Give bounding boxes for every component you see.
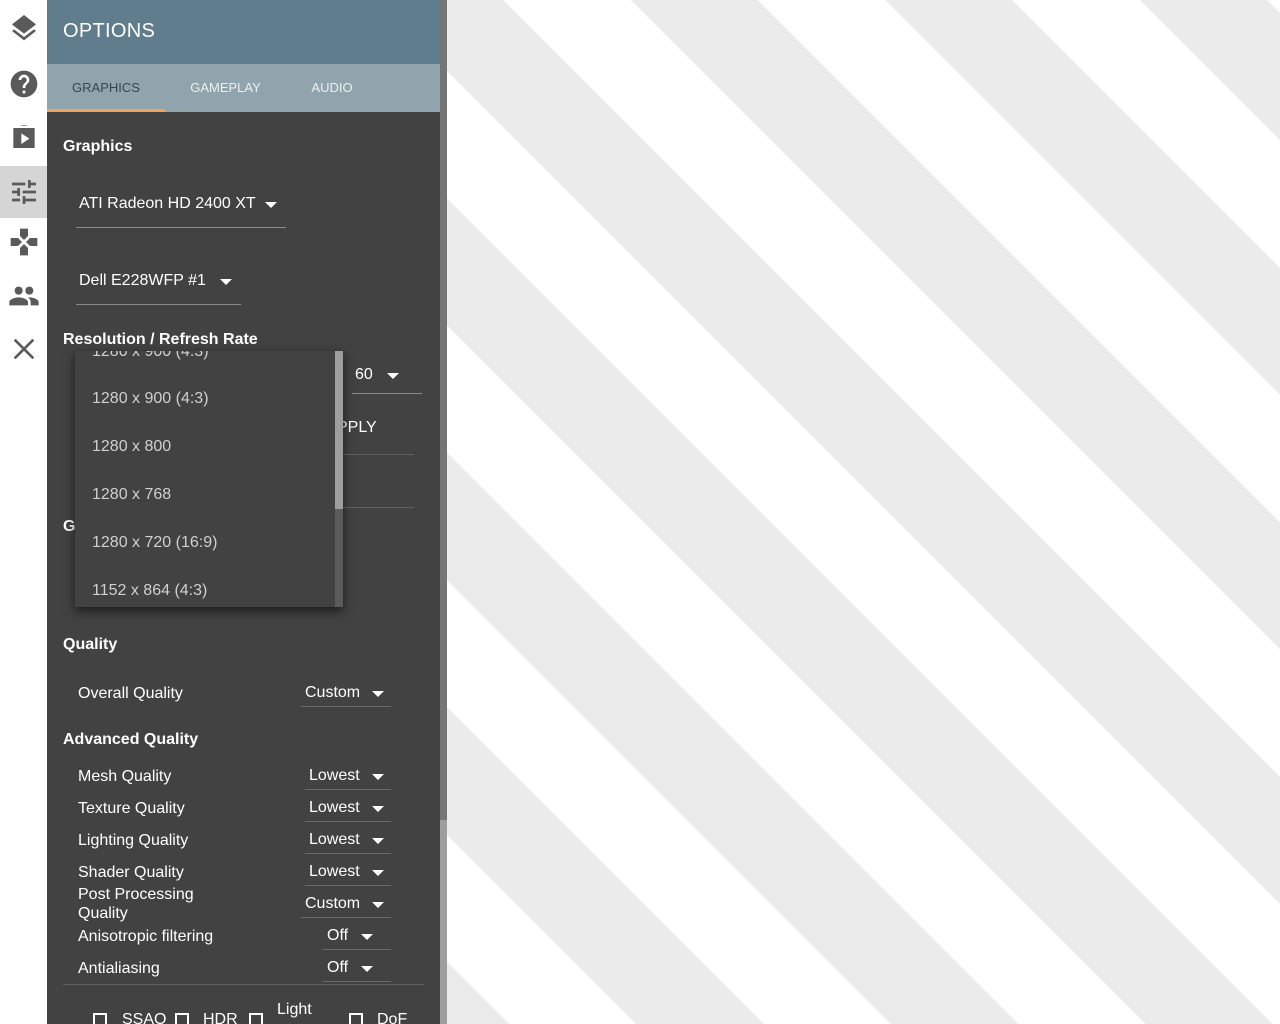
people-icon xyxy=(8,286,39,306)
antialiasing-label: Antialiasing xyxy=(78,960,160,977)
tab-graphics[interactable]: GRAPHICS xyxy=(47,64,165,112)
hdr-checkbox[interactable] xyxy=(175,1013,189,1024)
shader-quality-label: Shader Quality xyxy=(78,864,184,881)
resolution-dropdown[interactable]: 1280 x 900 (4:3) 1280 x 900 (4:3) 1280 x… xyxy=(75,351,343,607)
dropdown-scrollbar-thumb[interactable] xyxy=(335,351,343,509)
chevron-down-icon xyxy=(387,373,399,379)
monitor-select[interactable]: Dell E228WFP #1 xyxy=(76,272,241,305)
gamepad-icon xyxy=(10,228,37,256)
adapter-select[interactable]: ATI Radeon HD 2400 XT xyxy=(76,195,286,228)
resolution-option[interactable]: 1280 x 768 xyxy=(92,486,171,504)
mesh-quality-value: Lowest xyxy=(309,767,360,784)
resolution-option[interactable]: 1280 x 800 xyxy=(92,438,171,456)
layers-icon xyxy=(11,15,36,41)
layers-button[interactable] xyxy=(0,5,47,57)
resolution-option[interactable]: 1280 x 720 (16:9) xyxy=(92,534,217,552)
overall-quality-select[interactable]: Custom xyxy=(301,684,391,707)
anisotropic-filtering-label: Anisotropic filtering xyxy=(78,928,214,945)
texture-quality-value: Lowest xyxy=(309,799,360,816)
shader-quality-value: Lowest xyxy=(309,863,360,880)
antialiasing-value: Off xyxy=(327,959,349,976)
adapter-value: ATI Radeon HD 2400 XT xyxy=(79,195,256,212)
help-icon xyxy=(10,70,37,98)
post-processing-quality-select[interactable]: Custom xyxy=(301,895,391,918)
light-checkbox[interactable] xyxy=(249,1013,263,1024)
overall-quality-label: Overall Quality xyxy=(78,685,183,702)
chevron-down-icon xyxy=(265,202,277,208)
help-button[interactable] xyxy=(0,58,47,110)
divider xyxy=(337,454,414,455)
light-label: Light xyxy=(277,1001,312,1018)
hdr-label: HDR xyxy=(203,1011,238,1024)
mesh-quality-select[interactable]: Lowest xyxy=(305,767,391,790)
anisotropic-filtering-value: Off xyxy=(327,927,349,944)
lighting-quality-value: Lowest xyxy=(309,831,360,848)
close-icon xyxy=(13,338,34,360)
monitor-value: Dell E228WFP #1 xyxy=(79,272,206,289)
graphics-heading: Graphics xyxy=(63,138,133,155)
anisotropic-filtering-select[interactable]: Off xyxy=(323,927,391,950)
chevron-down-icon xyxy=(361,934,373,940)
gamepad-button[interactable] xyxy=(0,216,47,268)
panel-header: OPTIONS xyxy=(47,0,440,64)
video-store-icon xyxy=(12,125,35,148)
resolution-option[interactable]: 1152 x 864 (4:3) xyxy=(92,582,207,600)
left-rail xyxy=(0,0,47,1024)
ssao-checkbox[interactable] xyxy=(93,1013,107,1024)
texture-quality-label: Texture Quality xyxy=(78,800,185,817)
tab-bar: GRAPHICS GAMEPLAY AUDIO xyxy=(47,64,440,112)
chevron-down-icon xyxy=(372,870,384,876)
lighting-quality-label: Lighting Quality xyxy=(78,832,189,849)
chevron-down-icon xyxy=(372,806,384,812)
tab-gameplay[interactable]: GAMEPLAY xyxy=(165,64,286,112)
divider xyxy=(337,507,414,508)
people-button[interactable] xyxy=(0,270,47,322)
store-button[interactable] xyxy=(0,110,47,162)
post-processing-quality-label: Post Processing Quality xyxy=(78,886,194,922)
close-button[interactable] xyxy=(0,323,47,375)
settings-button[interactable] xyxy=(0,166,47,218)
panel-title: OPTIONS xyxy=(63,20,156,42)
sliders-icon xyxy=(11,180,36,204)
dof-checkbox[interactable] xyxy=(349,1013,363,1024)
quality-heading: Quality xyxy=(63,636,118,653)
lighting-quality-select[interactable]: Lowest xyxy=(305,831,391,854)
chevron-down-icon xyxy=(372,838,384,844)
tab-audio[interactable]: AUDIO xyxy=(286,64,378,112)
texture-quality-select[interactable]: Lowest xyxy=(305,799,391,822)
chevron-down-icon xyxy=(372,691,384,697)
mesh-quality-label: Mesh Quality xyxy=(78,768,172,785)
refresh-rate-select[interactable]: 60 xyxy=(352,366,422,394)
ssao-label: SSAO xyxy=(122,1011,167,1024)
tab-indicator xyxy=(47,109,165,112)
resolution-heading: Resolution / Refresh Rate xyxy=(63,331,258,348)
advanced-quality-heading: Advanced Quality xyxy=(63,731,199,748)
panel-scrollbar-thumb[interactable] xyxy=(440,0,447,820)
shader-quality-select[interactable]: Lowest xyxy=(305,863,391,886)
resolution-option[interactable]: 1280 x 900 (4:3) xyxy=(92,390,209,408)
antialiasing-select[interactable]: Off xyxy=(323,959,391,982)
chevron-down-icon xyxy=(372,774,384,780)
post-processing-quality-value: Custom xyxy=(305,895,361,912)
divider xyxy=(63,984,424,985)
chevron-down-icon xyxy=(361,966,373,972)
chevron-down-icon xyxy=(220,279,232,285)
resolution-option[interactable]: 1280 x 900 (4:3) xyxy=(92,351,209,361)
overall-quality-value: Custom xyxy=(305,684,361,701)
refresh-rate-value: 60 xyxy=(355,366,373,383)
hidden-heading: G xyxy=(63,518,76,535)
dof-label: DoF xyxy=(377,1011,408,1024)
chevron-down-icon xyxy=(372,902,384,908)
